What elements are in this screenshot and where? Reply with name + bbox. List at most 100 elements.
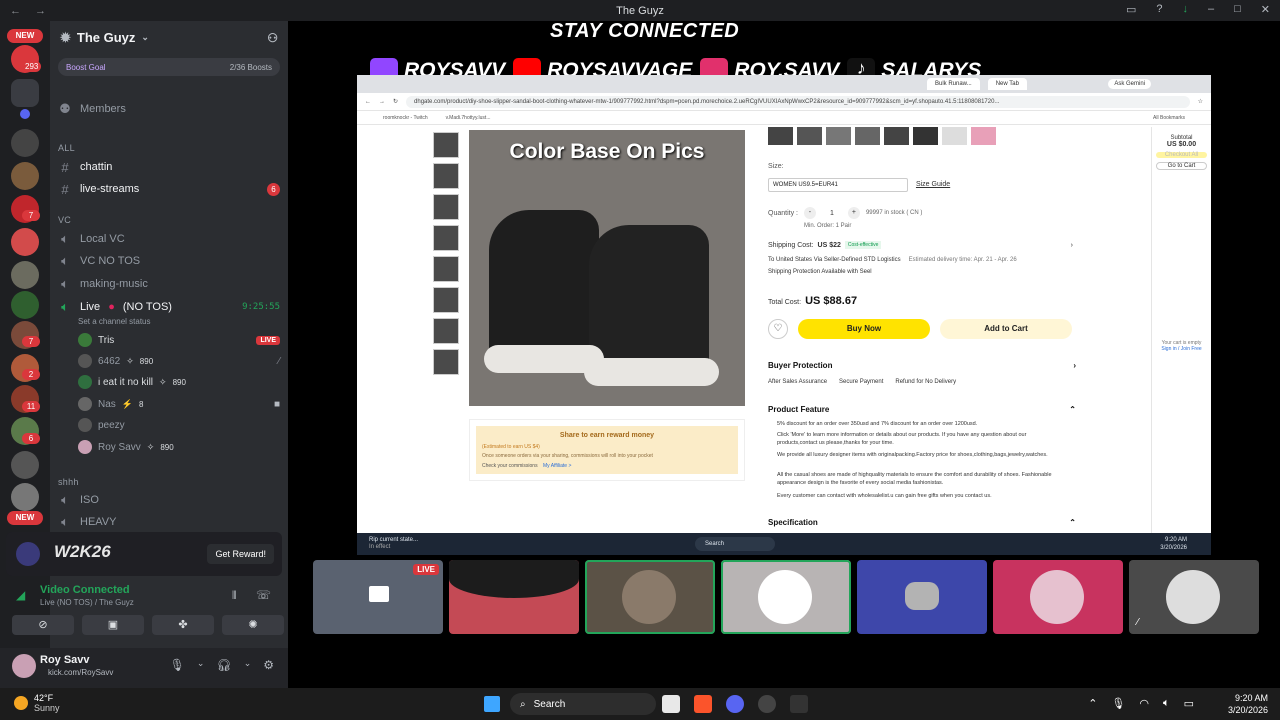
size-guide-link[interactable]: Size Guide [916,181,950,188]
tile-user[interactable]: ⁄ [1129,560,1259,634]
category-shhh[interactable]: shhh [58,477,79,487]
server-header[interactable]: ✹ The Guyz ⌄ ⚇ [50,21,288,54]
server-icon[interactable] [11,129,39,157]
swatch[interactable] [913,127,938,145]
quantity-value[interactable]: 1 [822,210,842,217]
thumbnail[interactable] [433,163,459,189]
my-affiliate-link[interactable]: My Affiliate > [543,463,571,469]
voice-channel-making-music[interactable]: 🔈︎ making-music [58,274,280,294]
tile-camera[interactable] [449,560,579,634]
server-folder-icon[interactable] [11,79,39,107]
thumbnail[interactable] [433,349,459,375]
sign-in-link[interactable]: Sign in / Join Free [1152,346,1211,352]
server-icon[interactable] [11,291,39,319]
swatch[interactable] [971,127,996,145]
microphone-icon[interactable]: 🎙︎ [1111,697,1125,710]
invite-icon[interactable]: ⚇ [267,31,278,45]
swatch[interactable] [797,127,822,145]
promo-banner[interactable]: W2K26 Get Reward! [6,532,282,576]
forward-icon[interactable]: → [379,99,385,105]
add-to-cart-button[interactable]: Add to Cart [940,319,1072,339]
file-explorer-icon[interactable] [662,695,680,713]
vc-member[interactable]: i eat it no kill ✧ 890 [78,372,280,392]
reload-icon[interactable]: ↻ [393,98,398,105]
bookmark[interactable]: roomknockr - Twitch [383,115,428,121]
voice-channel-name[interactable]: Live (NO TOS) / The Guyz [40,598,134,607]
thumbnail[interactable] [433,256,459,282]
server-icon[interactable] [11,483,39,511]
weather-widget[interactable]: 42°F Sunny [14,693,60,713]
swatch[interactable] [942,127,967,145]
vc-member[interactable]: Tris LIVE [78,330,280,350]
voice-channel-live[interactable]: 🔈︎ Live ● (NO TOS) 9:25:55 [58,297,280,317]
inbox-icon[interactable]: ▭ [1126,3,1136,16]
activities-button[interactable]: ✤ [152,615,214,635]
quantity-minus[interactable]: - [803,207,816,219]
swatch[interactable] [826,127,851,145]
voice-channel-local-vc[interactable]: 🔈︎ Local VC [58,229,280,249]
quantity-plus[interactable]: + [847,207,860,219]
back-icon[interactable]: ← [365,99,371,105]
clock[interactable]: 9:20 AM 3/20/2026 [1228,692,1268,716]
bookmark[interactable]: v.Madi.7hottyy.lust... [446,115,491,121]
vc-member[interactable]: 6462 ✧ 890 ⁄ [78,351,280,371]
wishlist-heart-icon[interactable]: ♡ [768,319,788,339]
tile-user[interactable] [721,560,851,634]
battery-icon[interactable]: ▭ [1184,697,1194,710]
screen-share-button[interactable]: ▣ [82,615,144,635]
vc-member[interactable]: Nas ⚡ 8 ■ [78,394,280,414]
discord-icon[interactable] [726,695,744,713]
camera-off-button[interactable]: ⊘ [12,615,74,635]
bookmark[interactable]: All Bookmarks [1153,115,1185,121]
shipping-protection[interactable]: Shipping Protection Available with Seel [768,269,872,275]
epic-games-icon[interactable] [790,695,808,713]
category-all[interactable]: ALL [58,143,75,153]
browser-tab[interactable]: New Tab [987,78,1027,90]
swatch[interactable] [855,127,880,145]
channel-live-streams[interactable]: # live-streams 6 [58,179,280,199]
product-main-image[interactable]: Color Base On Pics [469,130,745,406]
set-channel-status[interactable]: Set a channel status [78,317,151,326]
server-icon[interactable] [11,162,39,190]
minimize-button[interactable]: – [1208,3,1214,16]
voice-channel-vc-no-tos[interactable]: 🔈︎ VC NO TOS [58,251,280,271]
channel-chattin[interactable]: # chattin [58,157,280,177]
ask-gemini-button[interactable]: Ask Gemini [1108,79,1151,89]
swatch[interactable] [884,127,909,145]
voice-channel-iso[interactable]: 🔈︎ ISO [58,490,280,510]
tile-user[interactable] [993,560,1123,634]
taskbar-search[interactable]: ⌕ Search [510,693,656,715]
boost-goal-bar[interactable]: Boost Goal 2/36 Boosts [58,58,280,76]
tile-user[interactable] [857,560,987,634]
specification-header[interactable]: Specification ⌃ [768,518,1076,527]
close-button[interactable]: ✕ [1261,3,1270,16]
server-icon[interactable] [11,451,39,479]
server-icon[interactable] [20,109,30,119]
size-select[interactable]: WOMEN US9.5=EUR41 [768,178,908,192]
server-icon[interactable] [11,228,39,256]
category-vc[interactable]: VC [58,215,71,225]
swatch[interactable] [768,127,793,145]
headphones-icon[interactable]: 🎧︎ [216,658,231,672]
avatar[interactable] [12,654,36,678]
shipping-row[interactable]: Shipping Cost: US $22 Cost-effective › [768,241,1073,249]
thumbnail[interactable] [433,225,459,251]
thumbnail[interactable] [433,194,459,220]
chevron-up-icon[interactable]: ⌃ [1088,697,1097,710]
wifi-icon[interactable]: ◠ [1139,697,1149,710]
thumbnail[interactable] [433,287,459,313]
noise-suppression-icon[interactable]: ⫴ [232,590,237,603]
tile-stream-preview[interactable]: LIVE [313,560,443,634]
thumbnail[interactable] [433,318,459,344]
vc-member[interactable]: Roy Savv ✧ 890 [78,437,280,457]
members-item[interactable]: ⚉ Members [58,99,280,119]
vc-member[interactable]: peezy [78,415,280,435]
checkout-button[interactable]: Checkout All [1156,152,1207,158]
browser-tab[interactable]: Bulk Runaw... [927,78,980,90]
brave-browser-icon[interactable] [694,695,712,713]
server-icon[interactable] [11,261,39,289]
help-icon[interactable]: ? [1156,3,1162,16]
tile-user[interactable] [585,560,715,634]
chevron-down-icon[interactable]: ⌄ [244,658,252,672]
inner-search[interactable]: Search [695,537,775,551]
